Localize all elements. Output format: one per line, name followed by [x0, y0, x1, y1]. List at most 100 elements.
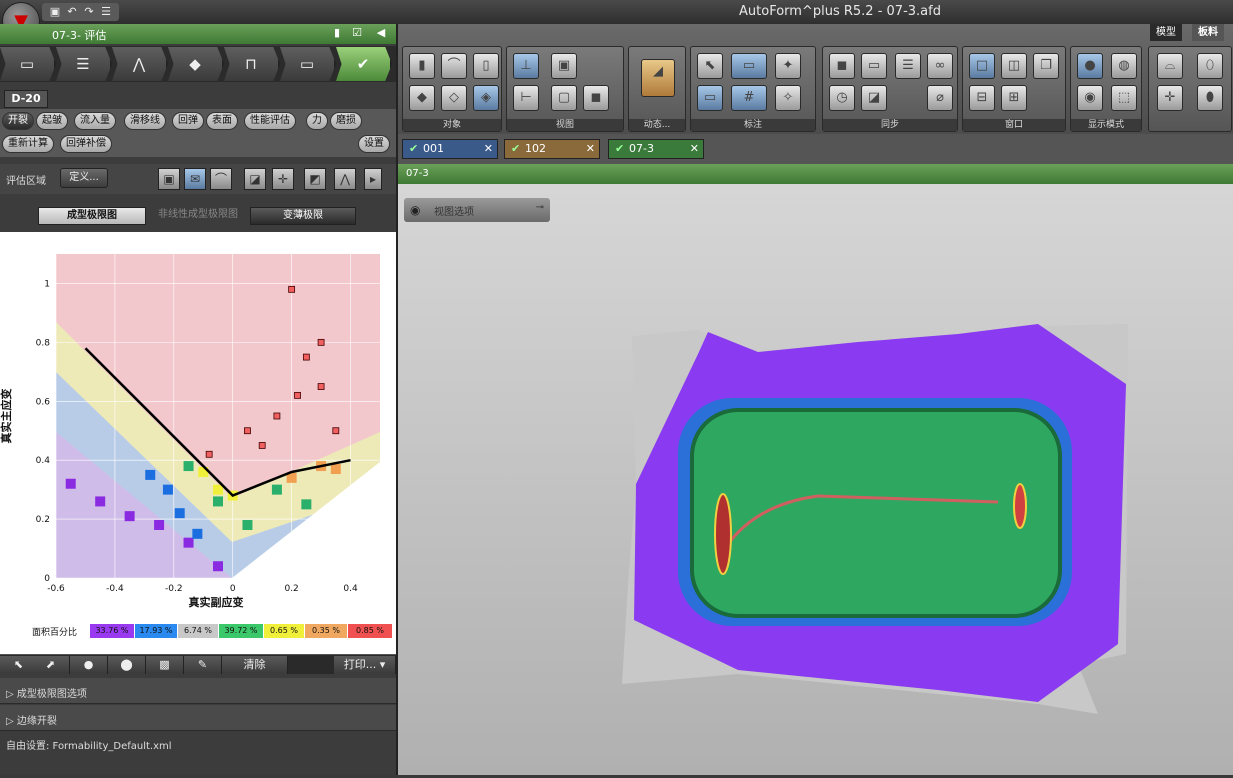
ribbon-tab-model[interactable]: 模型 [1150, 24, 1182, 41]
fit-icon[interactable]: ▣ [551, 53, 577, 79]
cursor-icon[interactable]: ⬉ [697, 53, 723, 79]
split-horizontal-icon[interactable]: ⊟ [969, 85, 995, 111]
3d-viewport[interactable] [398, 184, 1233, 775]
redo-icon[interactable]: ↷ [82, 5, 96, 19]
surface-map-icon[interactable]: ◪ [861, 85, 887, 111]
wireframe-icon[interactable]: ◍ [1111, 53, 1137, 79]
animation-icon[interactable]: ◢ [641, 59, 675, 97]
ellipse-tool-icon[interactable]: ⬮ [1197, 85, 1223, 111]
pointer-icon[interactable]: ⬈ [32, 656, 70, 674]
envelope-icon[interactable]: ✉ [184, 168, 206, 190]
book-icon[interactable]: ▯ [473, 53, 499, 79]
tab-thinning-limit[interactable]: 变薄极限 [250, 207, 356, 225]
tab-force[interactable]: 力 [306, 112, 328, 130]
split-vertical-icon[interactable]: ◫ [1001, 53, 1027, 79]
step-evaluate[interactable]: ✔ [336, 47, 392, 81]
wand-icon[interactable]: ✧ [775, 85, 801, 111]
tab-surface[interactable]: 表面 [206, 112, 238, 130]
shaded-mesh-icon[interactable]: ◉ [1077, 85, 1103, 111]
box-icon[interactable]: ▣ [158, 168, 180, 190]
axes-arrow-icon[interactable]: ⊢ [513, 85, 539, 111]
shaded-icon[interactable]: ● [1077, 53, 1103, 79]
video-icon[interactable]: ◼ [829, 53, 855, 79]
pick-region-icon[interactable]: ▩ [146, 656, 184, 674]
save-icon[interactable]: ▣ [48, 5, 62, 19]
step-process[interactable]: ☰ [56, 47, 112, 81]
recalculate-button[interactable]: 重新计算 [2, 135, 54, 153]
unlink-icon[interactable]: ⌀ [927, 85, 953, 111]
step-text[interactable]: ▭ [280, 47, 336, 81]
tab-cracks[interactable]: 开裂 [2, 112, 34, 130]
part-tab[interactable]: D-20 [4, 90, 48, 108]
step-process-plan[interactable]: ⊓ [224, 47, 280, 81]
accordion-edge-crack[interactable]: ▷ 边缘开裂 [0, 705, 396, 731]
magic-wand-icon[interactable]: ✦ [775, 53, 801, 79]
bounding-box-icon[interactable]: ⬚ [1111, 85, 1137, 111]
undo-icon[interactable]: ↶ [65, 5, 79, 19]
sheet-formed-icon[interactable]: ◈ [473, 85, 499, 111]
more-icon[interactable]: ▸ [364, 168, 382, 190]
close-icon[interactable]: ✕ [586, 140, 595, 158]
camera-icon[interactable]: ◼ [583, 85, 609, 111]
step-part[interactable]: ▭ [0, 47, 56, 81]
tab-flc[interactable]: 成型极限图 [38, 207, 146, 225]
section-icon[interactable]: ◪ [244, 168, 266, 190]
crosshair-icon[interactable]: ✛ [272, 168, 294, 190]
link-icon[interactable]: ∞ [927, 53, 953, 79]
accordion-flc-options[interactable]: ▷ 成型极限图选项 [0, 678, 396, 704]
tab-skid-lines[interactable]: 滑移线 [124, 112, 166, 130]
axes-icon[interactable]: ⊥ [513, 53, 539, 79]
step-tools[interactable]: ⋀ [112, 47, 168, 81]
pick-point-icon[interactable]: ● [70, 656, 108, 674]
pick-area-icon[interactable]: ⬤ [108, 656, 146, 674]
eraser-icon[interactable]: ✎ [184, 656, 222, 674]
surface-icon[interactable]: ⌒ [210, 168, 232, 190]
ruler-icon[interactable]: ▭ [731, 53, 767, 79]
ribbon-tab-blank[interactable]: 板料 [1192, 24, 1224, 41]
label-icon[interactable]: ▭ [697, 85, 723, 111]
checklist-icon[interactable]: ☑ [350, 26, 364, 42]
settings-button[interactable]: 设置 [358, 135, 390, 153]
tab-wrinkles[interactable]: 起皱 [36, 112, 68, 130]
tab-wear[interactable]: 磨损 [330, 112, 362, 130]
chart-toolbar: ⬉ ⬈ ● ⬤ ▩ ✎ 清除 打印... ▾ [0, 654, 396, 674]
single-window-icon[interactable]: □ [969, 53, 995, 79]
list-icon[interactable]: ☰ [895, 53, 921, 79]
shape-icon[interactable]: ⌓ [1157, 53, 1183, 79]
tool-icon[interactable]: ⋀ [334, 168, 356, 190]
sheet-flat-icon[interactable]: ◆ [409, 85, 435, 111]
customize-icon[interactable]: ☰ [99, 5, 113, 19]
ellipse-icon[interactable]: ⬯ [1197, 53, 1223, 79]
group-extra: ⌓ ⬯ ✛ ⬮ [1148, 46, 1232, 132]
define-button[interactable]: 定义... [60, 168, 108, 188]
model-tag-001[interactable]: 001 ✔ ✕ [402, 139, 498, 159]
number-icon[interactable]: # [731, 85, 767, 111]
print-button[interactable]: 打印... ▾ [334, 656, 396, 674]
tag-icon[interactable]: ▭ [861, 53, 887, 79]
tab-draw-in[interactable]: 流入量 [74, 112, 116, 130]
tab-nonlinear-flc[interactable]: 非线性成型极限图 [148, 207, 248, 225]
tab-springback[interactable]: 回弹 [172, 112, 204, 130]
close-icon[interactable]: ✕ [690, 140, 699, 158]
cylinder-icon[interactable]: ▮ [409, 53, 435, 79]
scatter-point [332, 427, 340, 435]
model-tag-102[interactable]: 102 ✔ ✕ [504, 139, 600, 159]
step-blank[interactable]: ◆ [168, 47, 224, 81]
tab-performance[interactable]: 性能评估 [244, 112, 296, 130]
springback-compensation-button[interactable]: 回弹补偿 [60, 135, 112, 153]
model-tag-07-3[interactable]: 07-3 ✔ ✕ [608, 139, 704, 159]
crosshair-tool-icon[interactable]: ✛ [1157, 85, 1183, 111]
pin-icon[interactable]: ▮ [330, 26, 344, 42]
clear-button[interactable]: 清除 [222, 656, 288, 674]
cascade-icon[interactable]: ❐ [1033, 53, 1059, 79]
collapse-icon[interactable]: ◀ [374, 26, 388, 42]
arch-icon[interactable]: ⌒ [441, 53, 467, 79]
grid-four-icon[interactable]: ⊞ [1001, 85, 1027, 111]
zoom-box-icon[interactable]: ▢ [551, 85, 577, 111]
close-icon[interactable]: ✕ [484, 140, 493, 158]
clock-icon[interactable]: ◷ [829, 85, 855, 111]
sheet-icon[interactable]: ◩ [304, 168, 326, 190]
sheet-bent-icon[interactable]: ◇ [441, 85, 467, 111]
toggle-icon: ⊸ [535, 202, 544, 213]
group-label: 同步 [823, 119, 957, 131]
